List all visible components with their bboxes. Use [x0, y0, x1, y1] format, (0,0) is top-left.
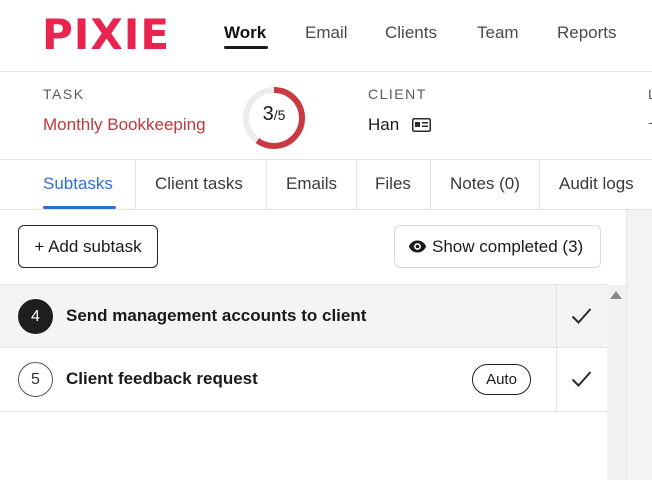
show-completed-label: Show completed (3)	[432, 237, 584, 256]
progress-done: 3	[262, 103, 274, 125]
scrollbar-track[interactable]	[607, 285, 626, 480]
tab-divider	[539, 160, 540, 209]
tab-emails[interactable]: Emails	[286, 160, 337, 209]
tab-audit-logs[interactable]: Audit logs	[559, 160, 634, 209]
subtask-tabs: Subtasks Client tasks Emails Files Notes…	[0, 160, 652, 210]
eye-icon	[408, 240, 427, 253]
clipped-field-label: L	[648, 86, 652, 102]
nav-item-work[interactable]: Work	[224, 23, 266, 43]
top-navigation: PIXIE Work Email Clients Team Reports	[0, 0, 652, 72]
subtask-title[interactable]: Client feedback request	[66, 369, 258, 389]
nav-active-indicator	[224, 46, 268, 49]
clipped-field-value: -	[648, 114, 652, 130]
row-divider	[556, 348, 557, 412]
tab-client-tasks[interactable]: Client tasks	[155, 160, 243, 209]
subtask-number-badge: 5	[18, 362, 53, 397]
task-name[interactable]: Monthly Bookkeeping	[43, 115, 206, 135]
tab-subtasks[interactable]: Subtasks	[43, 160, 113, 209]
show-completed-button[interactable]: Show completed (3)	[394, 225, 601, 268]
add-subtask-button[interactable]: + Add subtask	[18, 225, 158, 268]
scroll-up-arrow-icon[interactable]	[610, 291, 622, 299]
nav-item-clients[interactable]: Clients	[385, 23, 437, 43]
progress-count: 3/5	[240, 103, 308, 126]
contact-card-icon[interactable]	[412, 118, 431, 132]
tab-divider	[266, 160, 267, 209]
tab-notes[interactable]: Notes (0)	[450, 160, 520, 209]
checkmark-icon[interactable]	[571, 307, 592, 325]
subtask-row[interactable]: 5 Client feedback request Auto	[0, 348, 607, 412]
nav-item-reports[interactable]: Reports	[557, 23, 617, 43]
tab-divider	[356, 160, 357, 209]
auto-badge: Auto	[472, 364, 531, 395]
tab-divider	[135, 160, 136, 209]
progress-total: /5	[273, 107, 286, 123]
subtab-active-indicator	[43, 206, 116, 209]
client-label: CLIENT	[368, 86, 427, 102]
task-header: TASK Monthly Bookkeeping 3/5 CLIENT Han …	[0, 72, 652, 160]
subtask-row[interactable]: 4 Send management accounts to client	[0, 284, 607, 349]
right-panel-gutter	[626, 210, 652, 480]
row-divider	[556, 285, 557, 349]
client-name[interactable]: Han	[368, 115, 399, 135]
subtask-title[interactable]: Send management accounts to client	[66, 306, 366, 326]
subtask-number-badge: 4	[18, 299, 53, 334]
nav-item-team[interactable]: Team	[477, 23, 519, 43]
task-label: TASK	[43, 86, 85, 102]
tab-divider	[430, 160, 431, 209]
pixie-logo[interactable]: PIXIE	[42, 14, 170, 56]
nav-item-email[interactable]: Email	[305, 23, 348, 43]
tab-files[interactable]: Files	[375, 160, 411, 209]
checkmark-icon[interactable]	[571, 370, 592, 388]
